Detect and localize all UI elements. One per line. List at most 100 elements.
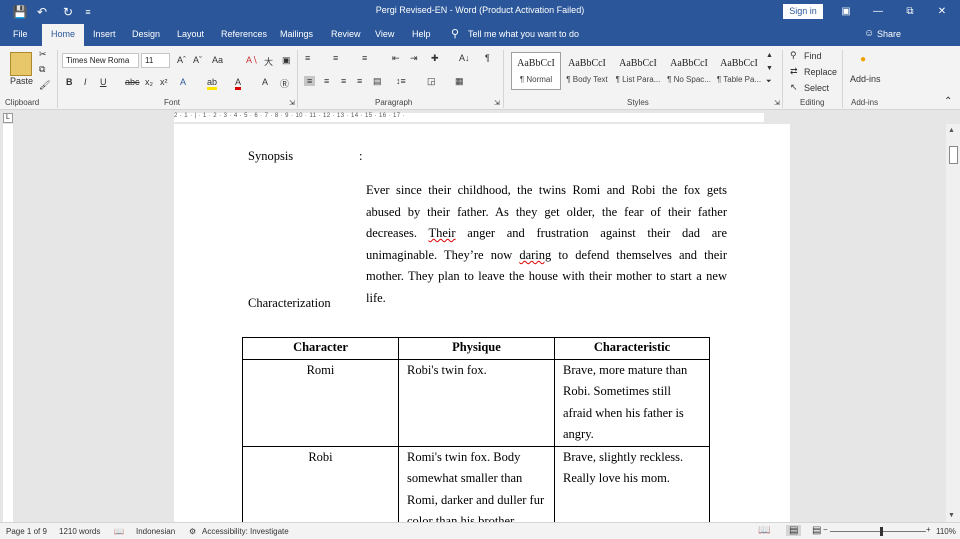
shrink-font-icon[interactable]: Aˇ: [193, 55, 202, 65]
spelling-error[interactable]: daring: [519, 248, 551, 262]
replace-button[interactable]: Replace: [804, 67, 837, 77]
table-cell[interactable]: Romi's twin fox. Body somewhat smaller t…: [398, 446, 555, 522]
accessibility-status[interactable]: Accessibility: Investigate: [202, 527, 289, 536]
document-page[interactable]: Synopsis : Ever since their childhood, t…: [174, 124, 790, 522]
tab-design[interactable]: Design: [132, 29, 160, 39]
paste-button[interactable]: Paste: [10, 76, 33, 86]
highlight-color-icon[interactable]: ab: [207, 77, 218, 90]
font-color-icon[interactable]: A: [235, 77, 242, 90]
tab-review[interactable]: Review: [331, 29, 361, 39]
text-effects-icon[interactable]: A: [180, 77, 186, 87]
line-spacing-icon[interactable]: ↕≡: [396, 76, 406, 86]
table-header[interactable]: Character: [242, 337, 399, 360]
read-mode-icon[interactable]: 📖: [758, 525, 770, 536]
sort-icon[interactable]: A↓: [459, 53, 470, 63]
page-count[interactable]: Page 1 of 9: [6, 527, 47, 536]
increase-indent-icon[interactable]: ⇥: [410, 53, 418, 64]
decrease-indent-icon[interactable]: ⇤: [392, 53, 400, 64]
tell-me-search[interactable]: Tell me what you want to do: [468, 29, 579, 39]
styles-scroll-up-icon[interactable]: ▲: [766, 52, 773, 59]
zoom-slider[interactable]: [830, 531, 926, 532]
zoom-slider-thumb[interactable]: [880, 527, 883, 536]
vertical-scrollbar[interactable]: ▲ ▼: [946, 124, 960, 522]
tab-selector[interactable]: L: [3, 113, 13, 123]
synopsis-paragraph[interactable]: Ever since their childhood, the twins Ro…: [366, 180, 727, 310]
table-cell[interactable]: Brave, more mature than Robi. Sometimes …: [554, 359, 710, 447]
bold-icon[interactable]: B: [66, 77, 73, 87]
style-table-paragraph[interactable]: AaBbCcI ¶ Table Pa...: [714, 52, 764, 90]
character-border-icon[interactable]: ▣: [282, 55, 291, 66]
align-right-icon[interactable]: ≡: [341, 76, 346, 86]
zoom-out-icon[interactable]: −: [823, 525, 828, 534]
tab-view[interactable]: View: [375, 29, 394, 39]
shading-icon[interactable]: ◲: [427, 76, 436, 87]
language-indicator[interactable]: Indonesian: [136, 527, 175, 536]
scroll-up-icon[interactable]: ▲: [948, 127, 955, 134]
share-button[interactable]: Share: [877, 29, 901, 39]
grow-font-icon[interactable]: Aˆ: [177, 55, 186, 65]
find-button[interactable]: Find: [804, 51, 822, 61]
justify-icon[interactable]: ≡: [357, 76, 362, 86]
tab-insert[interactable]: Insert: [93, 29, 116, 39]
proofing-icon[interactable]: 📖: [114, 527, 124, 536]
subscript-icon[interactable]: x₂: [145, 77, 153, 87]
align-left-icon[interactable]: ≡: [304, 76, 316, 86]
copy-icon[interactable]: ⧉: [39, 64, 45, 75]
enclose-characters-icon[interactable]: Ⓡ: [280, 77, 289, 90]
tab-mailings[interactable]: Mailings: [280, 29, 313, 39]
print-layout-icon[interactable]: ▤: [786, 525, 802, 536]
restore-button[interactable]: ⧉: [900, 3, 920, 21]
zoom-level[interactable]: 110%: [936, 527, 956, 536]
underline-icon[interactable]: U: [100, 77, 107, 87]
table-header[interactable]: Characteristic: [554, 337, 710, 360]
table-cell[interactable]: Romi: [242, 359, 399, 447]
paste-icon[interactable]: [10, 52, 32, 76]
tab-references[interactable]: References: [221, 29, 267, 39]
vertical-ruler[interactable]: [3, 124, 13, 522]
paragraph-dialog-launcher-icon[interactable]: ⇲: [494, 99, 500, 107]
italic-icon[interactable]: I: [84, 77, 87, 87]
bullets-icon[interactable]: ≡: [305, 53, 310, 63]
minimize-button[interactable]: —: [868, 3, 888, 21]
zoom-in-icon[interactable]: +: [926, 525, 931, 534]
show-formatting-marks-icon[interactable]: ¶: [485, 53, 490, 63]
tab-layout[interactable]: Layout: [177, 29, 204, 39]
select-button[interactable]: Select: [804, 83, 829, 93]
style-no-spacing[interactable]: AaBbCcI ¶ No Spac...: [664, 52, 714, 90]
table-cell[interactable]: Robi's twin fox.: [398, 359, 555, 447]
spelling-error[interactable]: Their: [429, 226, 456, 240]
table-header[interactable]: Physique: [398, 337, 555, 360]
multilevel-list-icon[interactable]: ≡: [362, 53, 367, 63]
cut-icon[interactable]: ✂: [39, 49, 47, 60]
font-dialog-launcher-icon[interactable]: ⇲: [289, 99, 295, 107]
change-case-icon[interactable]: Aa: [212, 55, 223, 65]
distributed-icon[interactable]: ▤: [373, 76, 382, 87]
format-painter-icon[interactable]: 🖌: [39, 80, 50, 91]
sign-in-button[interactable]: Sign in: [783, 4, 823, 19]
character-shading-icon[interactable]: A: [262, 77, 268, 87]
scroll-down-icon[interactable]: ▼: [948, 512, 955, 519]
align-center-icon[interactable]: ≡: [324, 76, 329, 86]
web-layout-icon[interactable]: ▤: [812, 525, 821, 536]
add-ins-button[interactable]: Add-ins: [850, 74, 881, 84]
horizontal-ruler[interactable]: 2 · 1 · | · 1 · 2 · 3 · 4 · 5 · 6 · 7 · …: [0, 112, 960, 124]
collapse-ribbon-icon[interactable]: ⌃: [944, 96, 952, 107]
table-cell[interactable]: Brave, slightly reckless. Really love hi…: [554, 446, 710, 522]
styles-more-icon[interactable]: ⏷: [766, 78, 772, 86]
clear-formatting-icon[interactable]: A∖: [246, 55, 258, 66]
style-list-paragraph[interactable]: AaBbCcI ¶ List Para...: [613, 52, 663, 90]
ribbon-display-options-icon[interactable]: ▣: [836, 3, 856, 21]
font-name-combo[interactable]: Times New Roma: [62, 53, 139, 68]
characterization-table[interactable]: Character Physique Characteristic Romi R…: [242, 337, 710, 522]
style-body-text[interactable]: AaBbCcI ¶ Body Text: [562, 52, 612, 90]
numbering-icon[interactable]: ≡: [333, 53, 338, 63]
tab-help[interactable]: Help: [412, 29, 431, 39]
tab-file[interactable]: File: [13, 29, 28, 39]
document-area[interactable]: Synopsis : Ever since their childhood, t…: [14, 124, 946, 522]
close-button[interactable]: ✕: [932, 3, 952, 21]
chinese-layout-icon[interactable]: ✚: [431, 53, 439, 64]
styles-scroll-down-icon[interactable]: ▼: [766, 65, 773, 72]
style-normal[interactable]: AaBbCcI ¶ Normal: [511, 52, 561, 90]
superscript-icon[interactable]: x²: [160, 77, 168, 87]
scrollbar-thumb[interactable]: [949, 146, 958, 164]
